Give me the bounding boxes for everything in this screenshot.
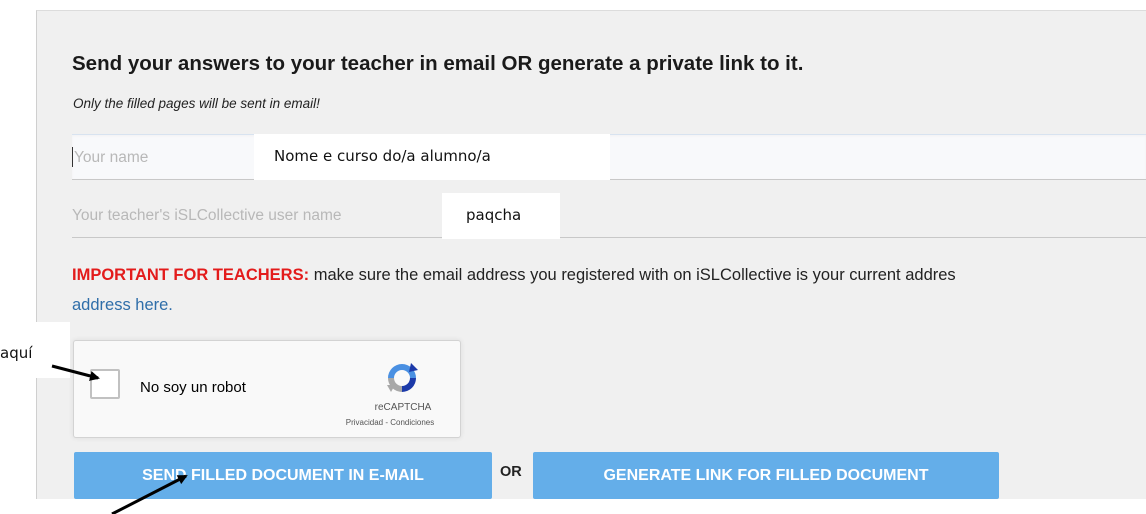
important-label: IMPORTANT FOR TEACHERS: (72, 266, 310, 284)
recaptcha-label: No soy un robot (140, 379, 246, 396)
recaptcha-logo-icon (387, 363, 418, 392)
name-placeholder: Your name (74, 149, 149, 166)
form-title: Send your answers to your teacher in ema… (72, 52, 804, 75)
annotation-label-box: aquí (0, 322, 70, 378)
form-subtitle: Only the filled pages will be sent in em… (73, 96, 320, 111)
recaptcha-privacy-links[interactable]: Privacidad - Condiciones (330, 418, 450, 427)
recaptcha-widget: No soy un robot reCAPTCHA Privacidad - C… (73, 340, 461, 438)
notice-link[interactable]: address here. (72, 296, 173, 315)
text-caret (72, 147, 73, 167)
recaptcha-checkbox[interactable] (90, 369, 120, 399)
notice-text: make sure the email address you register… (309, 266, 956, 284)
annotation-bottom-box (0, 506, 244, 514)
generate-link-button[interactable]: GENERATE LINK FOR FILLED DOCUMENT (533, 452, 999, 499)
teacher-overlay-text: paqcha (442, 193, 560, 239)
send-email-button[interactable]: SEND FILLED DOCUMENT IN E-MAIL (74, 452, 492, 499)
or-label: OR (500, 464, 522, 480)
recaptcha-brand: reCAPTCHA (374, 402, 432, 413)
teacher-username-field[interactable]: Your teacher's iSLCollective user name (72, 193, 1146, 238)
annotation-label: aquí (0, 344, 33, 362)
name-overlay-text: Nome e curso do/a alumno/a (254, 134, 610, 180)
teachers-notice: IMPORTANT FOR TEACHERS: make sure the em… (72, 266, 956, 285)
teacher-username-placeholder: Your teacher's iSLCollective user name (72, 207, 342, 224)
top-edge-overlay (0, 0, 36, 10)
